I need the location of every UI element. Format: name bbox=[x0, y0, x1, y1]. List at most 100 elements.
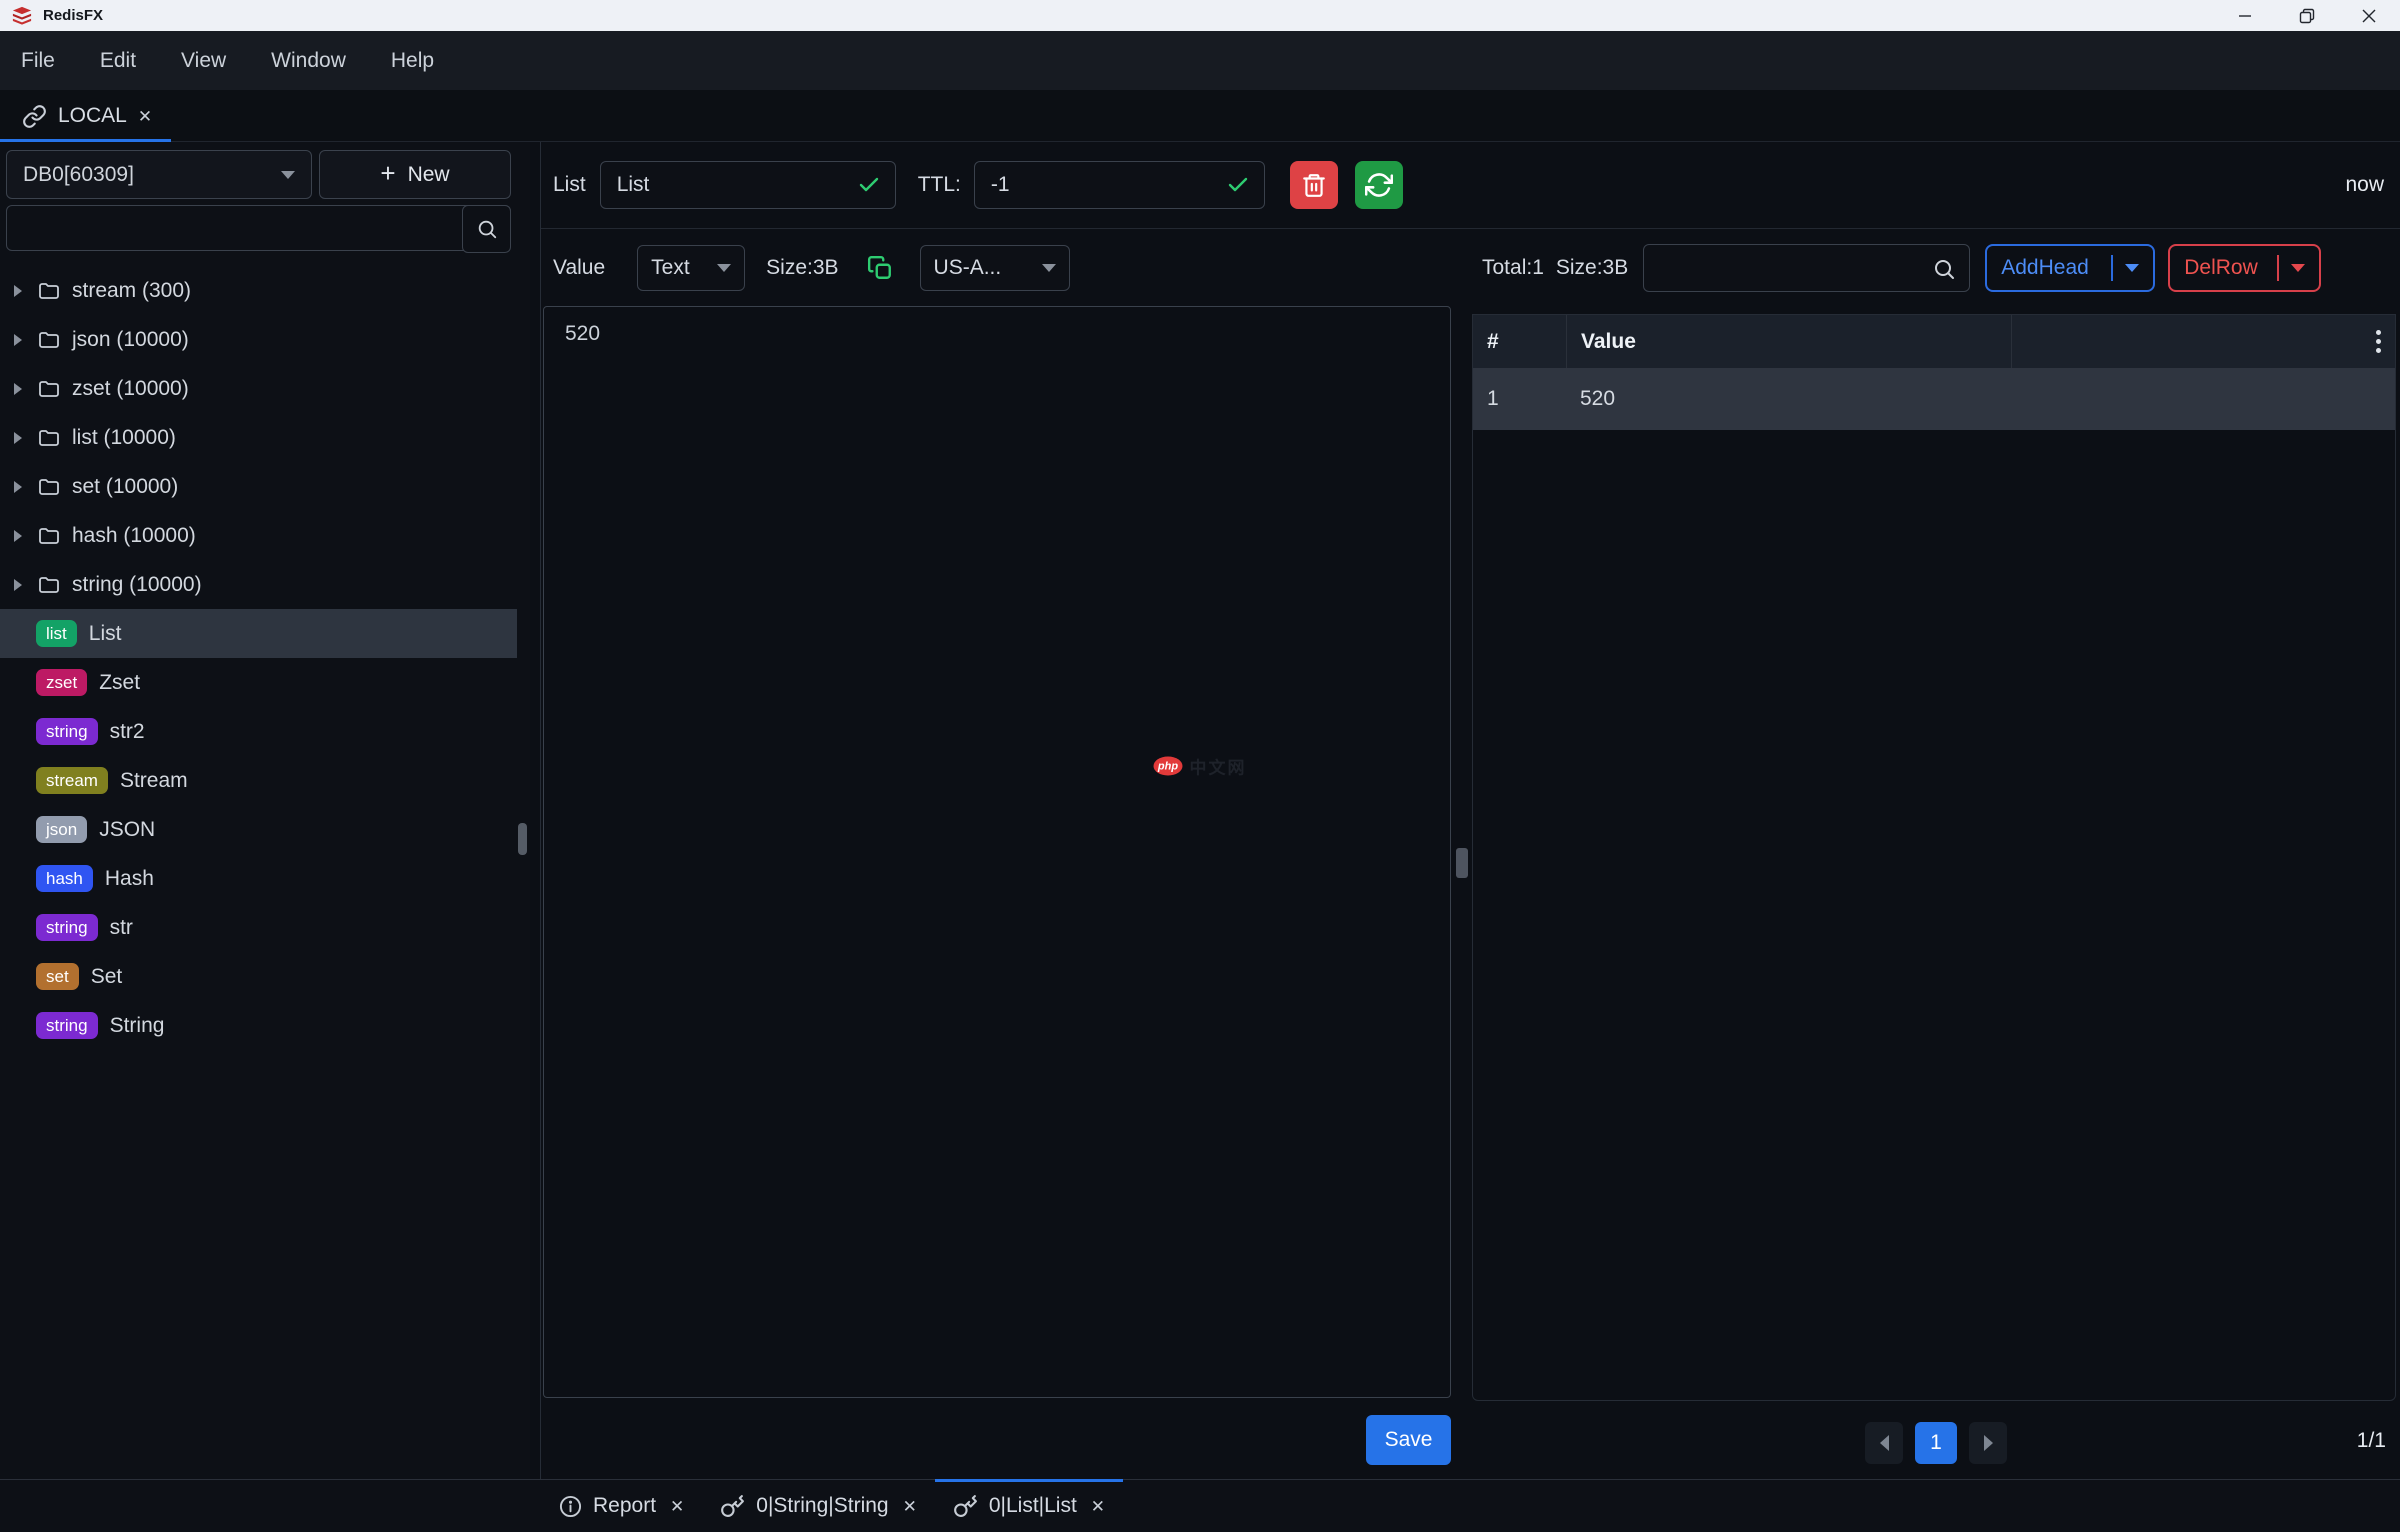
tree-folder-stream[interactable]: stream (300) bbox=[0, 266, 517, 315]
key-name: String bbox=[110, 1014, 165, 1038]
add-head-button[interactable]: AddHead bbox=[1985, 244, 2155, 292]
encoding-select[interactable]: US-A... bbox=[920, 245, 1070, 291]
key-icon bbox=[953, 1494, 978, 1519]
tab-close-icon[interactable]: ✕ bbox=[1091, 1498, 1105, 1515]
menu-view[interactable]: View bbox=[181, 49, 226, 73]
chevron-down-icon[interactable] bbox=[2125, 264, 2139, 272]
tree-folder-set[interactable]: set (10000) bbox=[0, 462, 517, 511]
key-item-set[interactable]: set Set bbox=[0, 952, 517, 1001]
tab-list-list[interactable]: 0|List|List ✕ bbox=[935, 1480, 1123, 1532]
menu-window[interactable]: Window bbox=[271, 49, 346, 73]
key-name-field bbox=[600, 161, 896, 209]
tree-folder-zset[interactable]: zset (10000) bbox=[0, 364, 517, 413]
tree-folder-list[interactable]: list (10000) bbox=[0, 413, 517, 462]
column-options-icon[interactable] bbox=[2376, 330, 2381, 353]
minimize-button[interactable] bbox=[2214, 0, 2276, 31]
prev-page-button[interactable] bbox=[1865, 1422, 1903, 1464]
caret-right-icon[interactable] bbox=[14, 285, 22, 297]
format-select[interactable]: Text bbox=[637, 245, 745, 291]
valid-check-icon bbox=[1226, 173, 1250, 197]
close-button[interactable] bbox=[2338, 0, 2400, 31]
key-item-string[interactable]: string String bbox=[0, 1001, 517, 1050]
menu-file[interactable]: File bbox=[21, 49, 55, 73]
sidebar-divider bbox=[540, 142, 541, 1479]
editor-scrollbar-thumb[interactable] bbox=[1456, 848, 1468, 878]
caret-right-icon[interactable] bbox=[14, 334, 22, 346]
restore-button[interactable] bbox=[2276, 0, 2338, 31]
key-search-input[interactable] bbox=[7, 216, 480, 240]
copy-icon[interactable] bbox=[867, 255, 893, 281]
search-icon[interactable] bbox=[1932, 257, 1956, 287]
chevron-down-icon bbox=[281, 171, 295, 179]
folder-icon bbox=[36, 279, 62, 303]
tree-folder-json[interactable]: json (10000) bbox=[0, 315, 517, 364]
folder-icon bbox=[36, 524, 62, 548]
refresh-key-button[interactable] bbox=[1355, 161, 1403, 209]
key-item-str[interactable]: string str bbox=[0, 903, 517, 952]
window-controls bbox=[2214, 0, 2400, 31]
caret-right-icon[interactable] bbox=[14, 579, 22, 591]
caret-right-icon[interactable] bbox=[14, 432, 22, 444]
type-badge: zset bbox=[36, 669, 87, 697]
ttl-input[interactable] bbox=[989, 172, 1226, 198]
delete-key-button[interactable] bbox=[1290, 161, 1338, 209]
tab-local-label: LOCAL bbox=[58, 104, 127, 128]
caret-right-icon[interactable] bbox=[14, 383, 22, 395]
tab-local[interactable]: LOCAL ✕ bbox=[0, 90, 171, 142]
chevron-down-icon bbox=[1042, 264, 1056, 272]
key-item-json[interactable]: json JSON bbox=[0, 805, 517, 854]
new-connection-button[interactable]: + New bbox=[319, 150, 511, 199]
tab-close-icon[interactable]: ✕ bbox=[903, 1498, 917, 1515]
refresh-icon bbox=[1365, 171, 1393, 199]
key-item-str2[interactable]: string str2 bbox=[0, 707, 517, 756]
row-value-cell: 520 bbox=[1566, 387, 2011, 411]
tree-folder-string[interactable]: string (10000) bbox=[0, 560, 517, 609]
folder-icon bbox=[36, 328, 62, 352]
del-row-button[interactable]: DelRow bbox=[2168, 244, 2321, 292]
chevron-down-icon[interactable] bbox=[2291, 264, 2305, 272]
trash-icon bbox=[1301, 172, 1327, 198]
tree-folder-hash[interactable]: hash (10000) bbox=[0, 511, 517, 560]
tab-string-string[interactable]: 0|String|String ✕ bbox=[702, 1480, 935, 1532]
format-select-value: Text bbox=[651, 256, 690, 280]
folder-icon bbox=[36, 475, 62, 499]
column-header-value[interactable]: Value bbox=[1566, 315, 2011, 368]
key-item-list[interactable]: list List bbox=[0, 609, 517, 658]
sidebar-scrollbar-thumb[interactable] bbox=[518, 823, 527, 855]
tab-report[interactable]: Report ✕ bbox=[541, 1480, 702, 1532]
key-item-stream[interactable]: stream Stream bbox=[0, 756, 517, 805]
row-search-box bbox=[1643, 244, 1970, 292]
save-button[interactable]: Save bbox=[1366, 1415, 1451, 1465]
editor-content: 520 bbox=[565, 322, 600, 345]
bottom-tabbar: Report ✕ 0|String|String ✕ 0|List|List ✕ bbox=[0, 1479, 2400, 1532]
value-editor[interactable]: 520 bbox=[543, 306, 1451, 1398]
key-item-hash[interactable]: hash Hash bbox=[0, 854, 517, 903]
tab-close-icon[interactable]: ✕ bbox=[670, 1498, 684, 1515]
pagination: 1 1/1 bbox=[1472, 1421, 2400, 1465]
db-selector[interactable]: DB0[60309] bbox=[6, 150, 312, 199]
type-badge: string bbox=[36, 718, 98, 746]
menu-edit[interactable]: Edit bbox=[100, 49, 136, 73]
current-page-button[interactable]: 1 bbox=[1915, 1422, 1957, 1464]
key-name: str bbox=[110, 916, 133, 940]
key-name: List bbox=[89, 622, 122, 646]
redis-logo-icon bbox=[11, 6, 33, 26]
key-item-zset[interactable]: zset Zset bbox=[0, 658, 517, 707]
ttl-field bbox=[974, 161, 1265, 209]
type-badge: hash bbox=[36, 865, 93, 893]
column-header-index[interactable]: # bbox=[1473, 315, 1566, 368]
type-badge: json bbox=[36, 816, 87, 844]
row-search-input[interactable] bbox=[1644, 256, 1969, 280]
sidebar-scrollbar[interactable] bbox=[517, 142, 529, 1479]
tab-local-close-icon[interactable]: ✕ bbox=[138, 108, 152, 125]
key-search-button[interactable] bbox=[462, 205, 511, 253]
menu-help[interactable]: Help bbox=[391, 49, 434, 73]
next-page-button[interactable] bbox=[1969, 1422, 2007, 1464]
row-index-cell: 1 bbox=[1473, 387, 1566, 411]
caret-right-icon[interactable] bbox=[14, 530, 22, 542]
key-name-input[interactable] bbox=[615, 172, 857, 198]
folder-label: list (10000) bbox=[72, 426, 176, 450]
caret-right-icon[interactable] bbox=[14, 481, 22, 493]
sidebar: DB0[60309] + New stream (300) bbox=[0, 142, 530, 1479]
table-row[interactable]: 1 520 bbox=[1473, 368, 2395, 430]
